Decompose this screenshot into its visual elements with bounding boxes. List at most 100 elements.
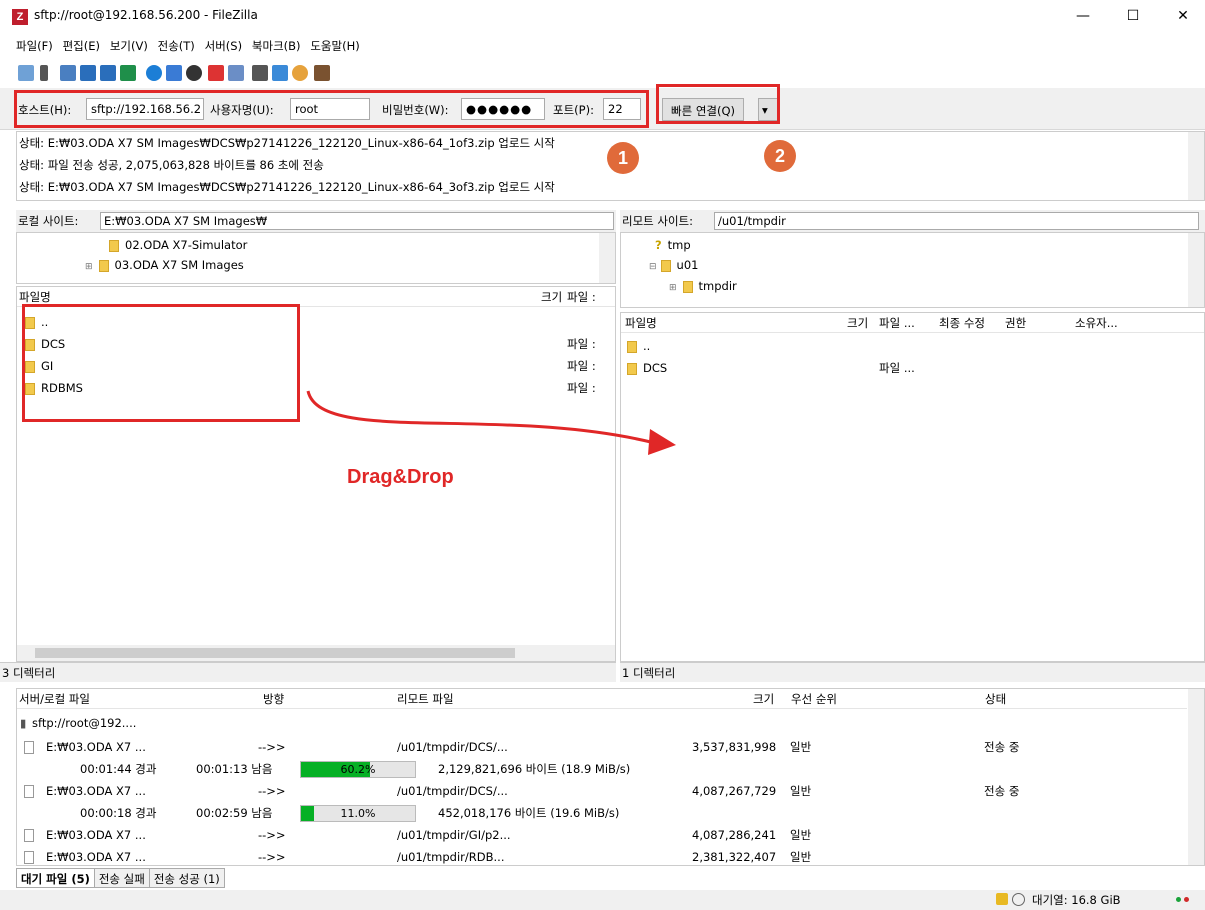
queue-size-text: 대기열: 16.8 GiB <box>1032 893 1121 907</box>
local-tree-item[interactable]: ⊞ 03.ODA X7 SM Images <box>85 255 244 275</box>
queue-col-remote[interactable]: 리모트 파일 <box>397 689 454 709</box>
tab-failed-transfers[interactable]: 전송 실패 <box>93 868 150 888</box>
site-manager-dropdown-icon[interactable] <box>40 65 48 81</box>
remote-col-type[interactable]: 파일 ... <box>879 313 915 333</box>
annotation-box-local-files <box>22 304 300 422</box>
menu-file[interactable]: 파일(F) <box>16 38 53 54</box>
tab-successful-transfers[interactable]: 전송 성공 (1) <box>148 868 225 888</box>
progress-bar: 60.2% <box>300 761 416 778</box>
local-col-type[interactable]: 파일 : <box>567 287 596 307</box>
remote-file-row[interactable]: DCS 파일 ... <box>627 357 1197 379</box>
queue-item-row[interactable]: E:₩03.ODA X7 ... -->> /u01/tmpdir/DCS/..… <box>16 780 1191 802</box>
local-col-size[interactable]: 크기 <box>541 287 562 307</box>
remote-tree-item[interactable]: ? tmp <box>655 235 691 255</box>
menu-edit[interactable]: 편집(E) <box>63 38 100 54</box>
server-icon: ▮ <box>20 716 27 730</box>
filezilla-icon: Z <box>12 9 28 25</box>
file-icon <box>24 736 34 758</box>
file-icon <box>24 780 34 802</box>
remote-site-path[interactable]: /u01/tmpdir <box>714 212 1199 230</box>
expand-icon[interactable]: ⊞ <box>669 283 677 293</box>
queue-server-row[interactable]: ▮ sftp://root@192.... <box>16 712 1191 734</box>
queue-col-priority[interactable]: 우선 순위 <box>791 689 837 709</box>
annotation-box-2 <box>656 84 780 124</box>
transfer-activity-icon <box>1176 897 1181 902</box>
local-site-label: 로컬 사이트: <box>18 214 79 228</box>
annotation-box-1 <box>14 90 649 128</box>
local-tree-item[interactable]: 02.ODA X7-Simulator <box>109 235 247 255</box>
menu-server[interactable]: 서버(S) <box>205 38 242 54</box>
remote-col-name[interactable]: 파일명 <box>625 313 657 333</box>
drag-arrow <box>306 390 676 455</box>
queue-item-row[interactable]: E:₩03.ODA X7 ... -->> /u01/tmpdir/RDB...… <box>16 846 1191 864</box>
menu-view[interactable]: 보기(V) <box>110 38 148 54</box>
folder-icon <box>627 362 637 375</box>
toggle-queue-icon[interactable] <box>120 65 136 81</box>
remote-file-list: 파일명 크기 파일 ... 최종 수정 권한 소유자... .. DCS 파일 .… <box>620 312 1205 662</box>
queue-header: 서버/로컬 파일 방향 리모트 파일 크기 우선 순위 상태 <box>17 689 1187 709</box>
status-bar: 대기열: 16.8 GiB <box>0 890 1205 910</box>
remote-col-modified[interactable]: 최종 수정 <box>939 313 985 333</box>
toggle-remote-tree-icon[interactable] <box>100 65 116 81</box>
remote-tree-scrollbar[interactable] <box>1188 233 1204 307</box>
cancel-icon[interactable] <box>186 65 202 81</box>
collapse-icon[interactable]: ⊟ <box>649 262 657 272</box>
remote-tree: ? tmp ⊟ u01 ⊞ tmpdir <box>620 232 1205 308</box>
compare-icon[interactable] <box>272 65 288 81</box>
search-icon[interactable] <box>314 65 330 81</box>
remote-col-size[interactable]: 크기 <box>847 313 868 333</box>
local-status: 3 디렉터리 <box>0 662 616 682</box>
folder-icon <box>682 280 693 293</box>
queue-item-row[interactable]: E:₩03.ODA X7 ... -->> /u01/tmpdir/GI/p2.… <box>16 824 1191 846</box>
folder-icon <box>660 259 671 272</box>
tab-queued-files[interactable]: 대기 파일 (5) <box>16 868 95 888</box>
info-icon[interactable] <box>1012 893 1025 906</box>
local-list-hscrollbar[interactable] <box>17 645 615 661</box>
local-tree-scrollbar[interactable] <box>599 233 615 283</box>
menu-transfer[interactable]: 전송(T) <box>158 38 195 54</box>
process-queue-icon[interactable] <box>166 65 182 81</box>
menu-help[interactable]: 도움말(H) <box>310 38 359 54</box>
maximize-button[interactable]: ☐ <box>1110 0 1156 32</box>
menu-bar: 파일(F) 편집(E) 보기(V) 전송(T) 서버(S) 북마크(B) 도움말… <box>0 38 360 58</box>
scroll-thumb[interactable] <box>35 648 515 658</box>
filter-icon[interactable] <box>252 65 268 81</box>
progress-bar: 11.0% <box>300 805 416 822</box>
queue-col-local[interactable]: 서버/로컬 파일 <box>19 689 90 709</box>
receive-activity-icon <box>1184 897 1189 902</box>
remote-tree-item[interactable]: ⊞ tmpdir <box>669 276 737 296</box>
local-site-path[interactable]: E:₩03.ODA X7 SM Images₩ <box>100 212 614 230</box>
file-icon <box>24 846 34 864</box>
local-site-bar: 로컬 사이트: E:₩03.ODA X7 SM Images₩ <box>16 210 616 232</box>
queue-col-size[interactable]: 크기 <box>753 689 774 709</box>
remote-tree-item[interactable]: ⊟ u01 <box>649 255 698 275</box>
queue-item-row[interactable]: E:₩03.ODA X7 ... -->> /u01/tmpdir/DCS/..… <box>16 736 1191 758</box>
disconnect-icon[interactable] <box>208 65 224 81</box>
close-button[interactable]: ✕ <box>1160 0 1205 32</box>
queue-col-status[interactable]: 상태 <box>985 689 1006 709</box>
log-line: 상태: E:₩03.ODA X7 SM Images₩DCS₩p27141226… <box>19 180 555 194</box>
menu-bookmarks[interactable]: 북마크(B) <box>252 38 301 54</box>
sync-browse-icon[interactable] <box>292 65 308 81</box>
remote-site-bar: 리모트 사이트: /u01/tmpdir <box>620 210 1205 232</box>
minimize-button[interactable]: — <box>1060 0 1106 32</box>
remote-site-label: 리모트 사이트: <box>622 214 694 228</box>
expand-icon[interactable]: ⊞ <box>85 262 93 272</box>
unknown-folder-icon: ? <box>655 238 662 252</box>
drag-arrow-path <box>306 390 656 445</box>
remote-status: 1 디렉터리 <box>620 662 1205 682</box>
remote-col-permissions[interactable]: 권한 <box>1005 313 1026 333</box>
local-tree: 02.ODA X7-Simulator ⊞ 03.ODA X7 SM Images <box>16 232 616 284</box>
site-manager-icon[interactable] <box>18 65 34 81</box>
toggle-local-tree-icon[interactable] <box>80 65 96 81</box>
remote-file-row[interactable]: .. <box>627 335 1197 357</box>
toggle-log-icon[interactable] <box>60 65 76 81</box>
folder-icon <box>98 259 109 272</box>
queue-col-direction[interactable]: 방향 <box>263 689 284 709</box>
window-title: sftp://root@192.168.56.200 - FileZilla <box>34 8 258 22</box>
remote-col-owner[interactable]: 소유자... <box>1075 313 1118 333</box>
reconnect-icon[interactable] <box>228 65 244 81</box>
refresh-icon[interactable] <box>146 65 162 81</box>
log-scrollbar[interactable] <box>1188 132 1204 200</box>
folder-icon <box>109 239 119 252</box>
